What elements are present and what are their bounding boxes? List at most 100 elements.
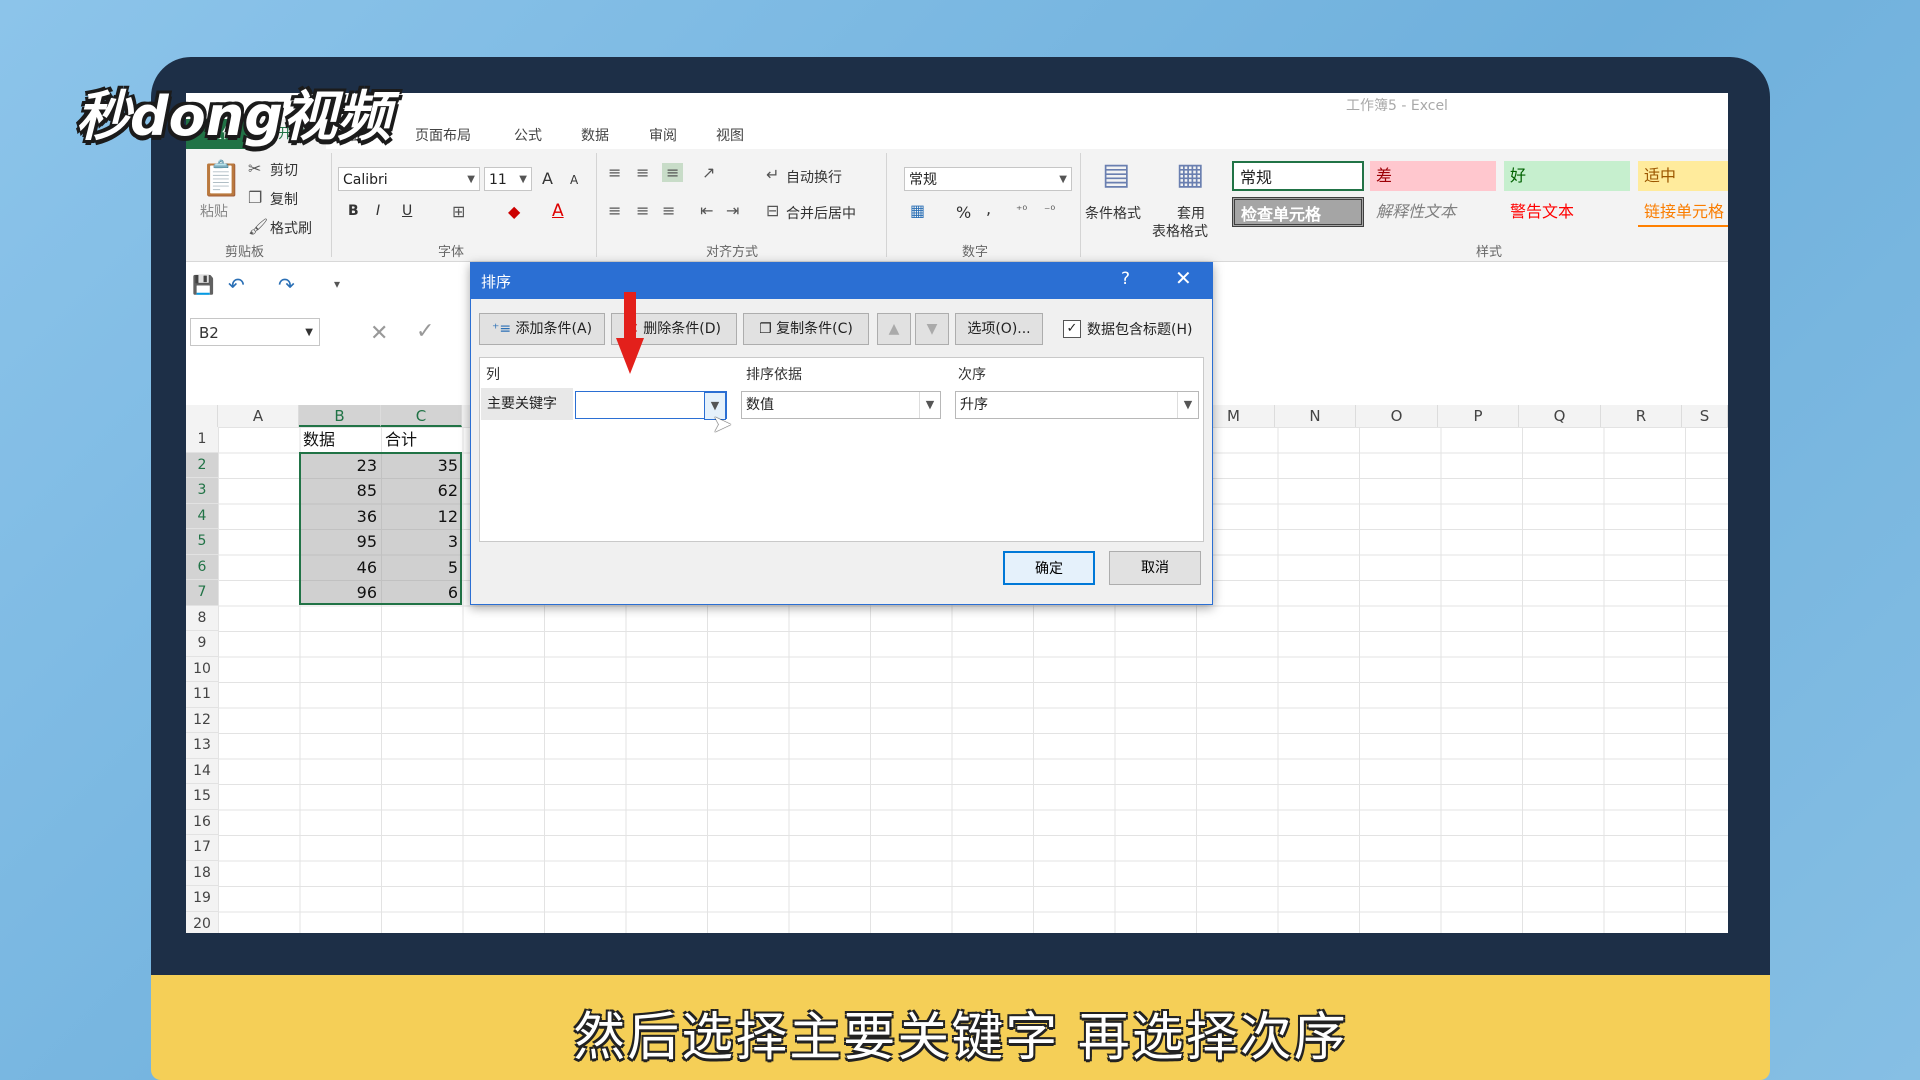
row-header[interactable]: 15 [186,784,218,810]
italic-button[interactable]: I [376,203,380,219]
align-bottom-icon[interactable]: ≡ [662,163,684,182]
copy-button[interactable]: 复制 [270,189,298,209]
customize-qat-icon[interactable]: ▾ [334,277,340,291]
style-warning[interactable]: 警告文本 [1504,197,1630,227]
sort-on-select[interactable]: 数值 ▼ [741,391,941,419]
row-header[interactable]: 16 [186,810,218,835]
cell-c6[interactable]: 5 [381,555,462,581]
row-header[interactable]: 20 [186,912,218,934]
tab-data[interactable]: 数据 [581,125,609,145]
chevron-down-icon[interactable]: ▼ [919,392,940,418]
align-top-icon[interactable]: ≡ [608,163,621,182]
cancel-button[interactable]: 取消 [1109,551,1201,585]
row-header[interactable]: 7 [186,580,218,606]
column-header-r[interactable]: R [1601,405,1682,427]
select-all-corner[interactable] [186,405,218,427]
number-format-select[interactable]: 常规 ▼ [904,167,1072,191]
row-header[interactable]: 8 [186,606,218,631]
cell-b3[interactable]: 85 [299,478,381,504]
copy-level-button[interactable]: ❐ 复制条件(C) [743,313,869,345]
font-name-select[interactable]: Calibri ▼ [338,167,480,191]
has-headers-checkbox[interactable]: ✓ [1063,320,1081,338]
percent-button[interactable]: % [956,203,971,222]
sort-key-select[interactable]: ▼ [575,391,727,420]
decrease-decimal-icon[interactable]: ⁻⁰ [1044,203,1055,217]
cell-c4[interactable]: 12 [381,504,462,530]
row-header[interactable]: 2 [186,452,218,478]
style-explanatory[interactable]: 解释性文本 [1370,197,1496,227]
row-header[interactable]: 6 [186,554,218,580]
style-good[interactable]: 好 [1504,161,1630,191]
shrink-font-button[interactable]: A [570,173,578,187]
fill-color-icon[interactable]: ◆ [508,202,520,221]
row-header[interactable]: 19 [186,886,218,912]
cell-c1[interactable]: 合计 [381,427,462,453]
style-check-cell[interactable]: 检查单元格 [1232,197,1364,227]
comma-button[interactable]: , [986,199,991,218]
row-header[interactable]: 12 [186,708,218,733]
formula-cancel-icon[interactable]: ✕ [370,321,388,346]
options-button[interactable]: 选项(O)... [955,313,1043,345]
ok-button[interactable]: 确定 [1003,551,1095,585]
style-neutral[interactable]: 适中 [1638,161,1728,191]
redo-icon[interactable]: ↷ [278,273,295,297]
undo-icon[interactable]: ↶ [228,273,245,297]
conditional-format-button[interactable]: 条件格式 [1085,203,1141,223]
font-size-select[interactable]: 11 ▼ [484,167,532,191]
row-header[interactable]: 11 [186,682,218,708]
add-level-button[interactable]: ⁺≡ 添加条件(A) [479,313,605,345]
cut-button[interactable]: 剪切 [270,160,298,180]
tab-page-layout[interactable]: 页面布局 [415,125,471,145]
save-icon[interactable]: 💾 [192,275,214,296]
align-left-icon[interactable]: ≡ [608,201,621,220]
style-normal[interactable]: 常规 [1232,161,1364,191]
column-header-c[interactable]: C [381,405,462,427]
column-header-p[interactable]: P [1438,405,1519,427]
formula-enter-icon[interactable]: ✓ [416,319,434,344]
move-up-button[interactable]: ▲ [877,313,911,345]
increase-indent-icon[interactable]: ⇥ [726,201,739,220]
style-linked-cell[interactable]: 链接单元格 [1638,197,1728,227]
order-select[interactable]: 升序 ▼ [955,391,1199,419]
name-box[interactable]: B2 ▼ [190,318,320,346]
format-painter-button[interactable]: 格式刷 [270,218,312,238]
row-header[interactable]: 13 [186,733,218,759]
increase-decimal-icon[interactable]: ⁺⁰ [1016,203,1027,217]
underline-button[interactable]: U [402,203,412,219]
paste-button[interactable]: 粘贴 [200,201,228,221]
cell-b4[interactable]: 36 [299,504,381,530]
column-header-n[interactable]: N [1275,405,1356,427]
row-header[interactable]: 18 [186,861,218,886]
tab-view[interactable]: 视图 [716,125,744,145]
column-header-a[interactable]: A [218,405,299,427]
row-header[interactable]: 4 [186,503,218,529]
bold-button[interactable]: B [348,203,359,219]
row-header[interactable]: 10 [186,657,218,682]
row-header[interactable]: 1 [186,427,218,453]
column-header-s[interactable]: S [1682,405,1728,427]
column-header-b[interactable]: B [299,405,381,427]
column-header-o[interactable]: O [1356,405,1438,427]
row-header[interactable]: 5 [186,529,218,555]
tab-review[interactable]: 审阅 [649,125,677,145]
row-header[interactable]: 17 [186,835,218,861]
table-format-button-line2[interactable]: 表格格式 [1152,221,1208,241]
font-color-button[interactable]: A [552,201,564,221]
cell-b7[interactable]: 96 [299,580,381,606]
cell-c7[interactable]: 6 [381,580,462,606]
grow-font-button[interactable]: A [542,169,553,188]
cell-c5[interactable]: 3 [381,529,462,555]
orientation-icon[interactable]: ↗ [702,163,715,182]
table-format-button-line1[interactable]: 套用 [1177,203,1205,223]
align-middle-icon[interactable]: ≡ [636,163,649,182]
cell-c3[interactable]: 62 [381,478,462,504]
merge-center-button[interactable]: 合并后居中 [786,203,856,223]
row-header[interactable]: 3 [186,478,218,504]
row-header[interactable]: 9 [186,631,218,657]
cell-b1[interactable]: 数据 [299,427,381,453]
cell-b5[interactable]: 95 [299,529,381,555]
tab-formulas[interactable]: 公式 [514,125,542,145]
align-right-icon[interactable]: ≡ [662,201,675,220]
cell-b2[interactable]: 23 [299,453,381,479]
row-header[interactable]: 14 [186,759,218,784]
